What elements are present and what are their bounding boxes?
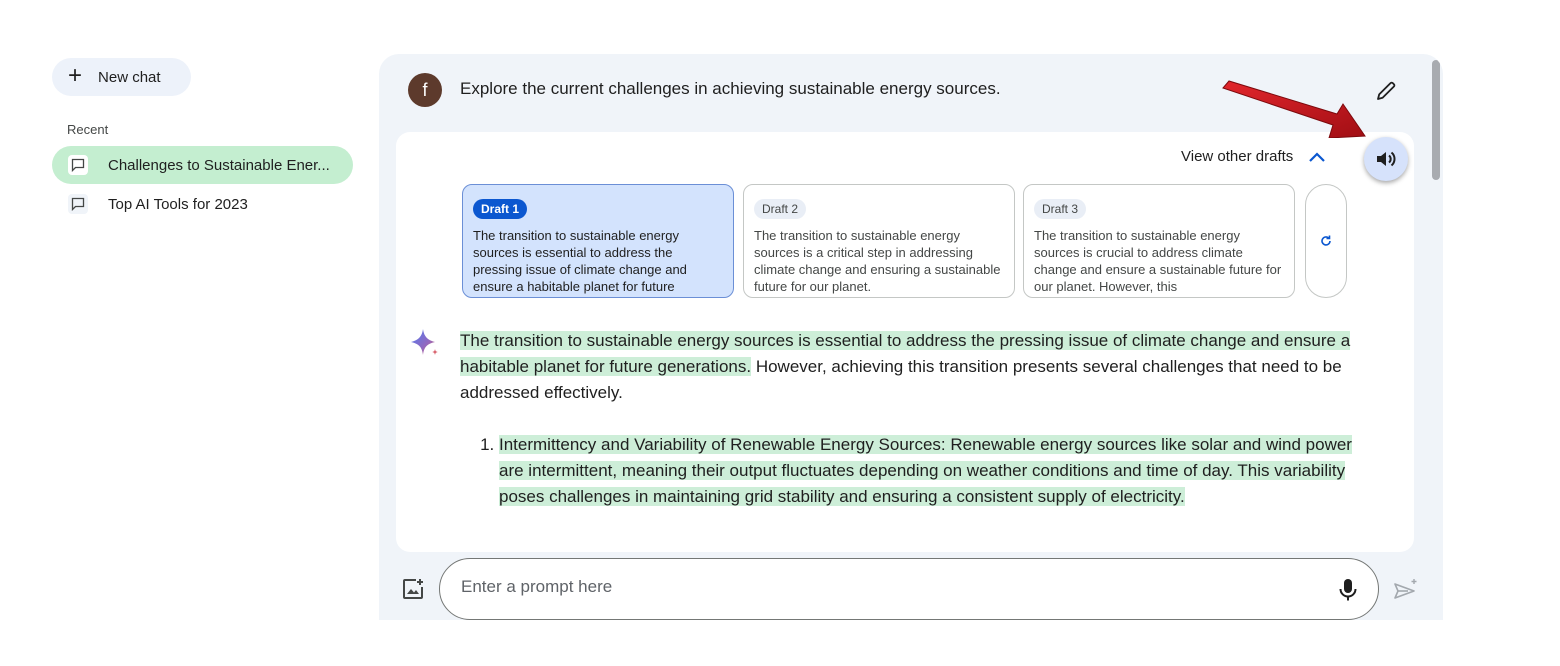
user-prompt: Explore the current challenges in achiev… — [460, 79, 1001, 98]
image-add-icon — [403, 579, 423, 599]
pencil-icon — [1377, 81, 1396, 100]
chat-bubble-icon — [68, 155, 88, 175]
response-card: View other drafts Draft 1 The transition… — [396, 132, 1414, 552]
view-other-drafts-toggle[interactable]: View other drafts — [1181, 148, 1327, 165]
recent-chat-item-active[interactable]: Challenges to Sustainable Ener... — [52, 146, 353, 184]
view-drafts-label: View other drafts — [1181, 148, 1294, 165]
draft-preview: The transition to sustainable energy sou… — [1034, 228, 1282, 294]
chat-bubble-icon — [68, 194, 88, 214]
send-button[interactable] — [1392, 577, 1418, 603]
draft-1-card[interactable]: Draft 1 The transition to sustainable en… — [462, 184, 734, 298]
new-chat-button[interactable]: + New chat — [52, 58, 191, 96]
microphone-button[interactable] — [1336, 577, 1360, 603]
scrollbar-thumb[interactable] — [1432, 60, 1440, 180]
draft-badge: Draft 2 — [754, 199, 807, 219]
recent-heading: Recent — [67, 122, 109, 137]
response-body: The transition to sustainable energy sou… — [460, 328, 1380, 510]
draft-badge: Draft 1 — [473, 199, 528, 219]
speaker-icon — [1377, 151, 1396, 167]
draft-badge: Draft 3 — [1034, 199, 1087, 219]
list-item: Intermittency and Variability of Renewab… — [499, 432, 1380, 510]
list-item-title: Intermittency and Variability of Renewab… — [499, 435, 946, 454]
plus-icon: + — [68, 61, 83, 89]
recent-chat-label: Top AI Tools for 2023 — [108, 195, 248, 213]
edit-prompt-button[interactable] — [1373, 78, 1399, 104]
draft-preview: The transition to sustainable energy sou… — [473, 228, 687, 297]
prompt-input[interactable] — [461, 577, 1321, 597]
draft-preview: The transition to sustainable energy sou… — [754, 228, 1001, 294]
draft-3-card[interactable]: Draft 3 The transition to sustainable en… — [1023, 184, 1295, 298]
regenerate-drafts-button[interactable] — [1305, 184, 1347, 298]
upload-image-button[interactable] — [401, 577, 425, 601]
gemini-sparkle-icon — [411, 329, 438, 355]
recent-chat-item[interactable]: Top AI Tools for 2023 — [52, 185, 312, 223]
new-chat-label: New chat — [98, 68, 161, 86]
conversation-panel: f Explore the current challenges in achi… — [379, 54, 1443, 620]
user-avatar: f — [408, 73, 442, 107]
send-icon — [1394, 579, 1417, 599]
response-list: Intermittency and Variability of Renewab… — [460, 432, 1380, 510]
red-arrow-annotation — [1222, 80, 1366, 138]
recent-chat-label: Challenges to Sustainable Ener... — [108, 156, 330, 174]
refresh-icon — [1321, 235, 1331, 246]
listen-speaker-button[interactable] — [1364, 137, 1408, 181]
response-intro: The transition to sustainable energy sou… — [460, 328, 1380, 406]
draft-2-card[interactable]: Draft 2 The transition to sustainable en… — [743, 184, 1015, 298]
mic-icon — [1339, 579, 1357, 601]
chevron-up-icon — [1309, 151, 1326, 162]
prompt-input-container — [439, 558, 1379, 620]
